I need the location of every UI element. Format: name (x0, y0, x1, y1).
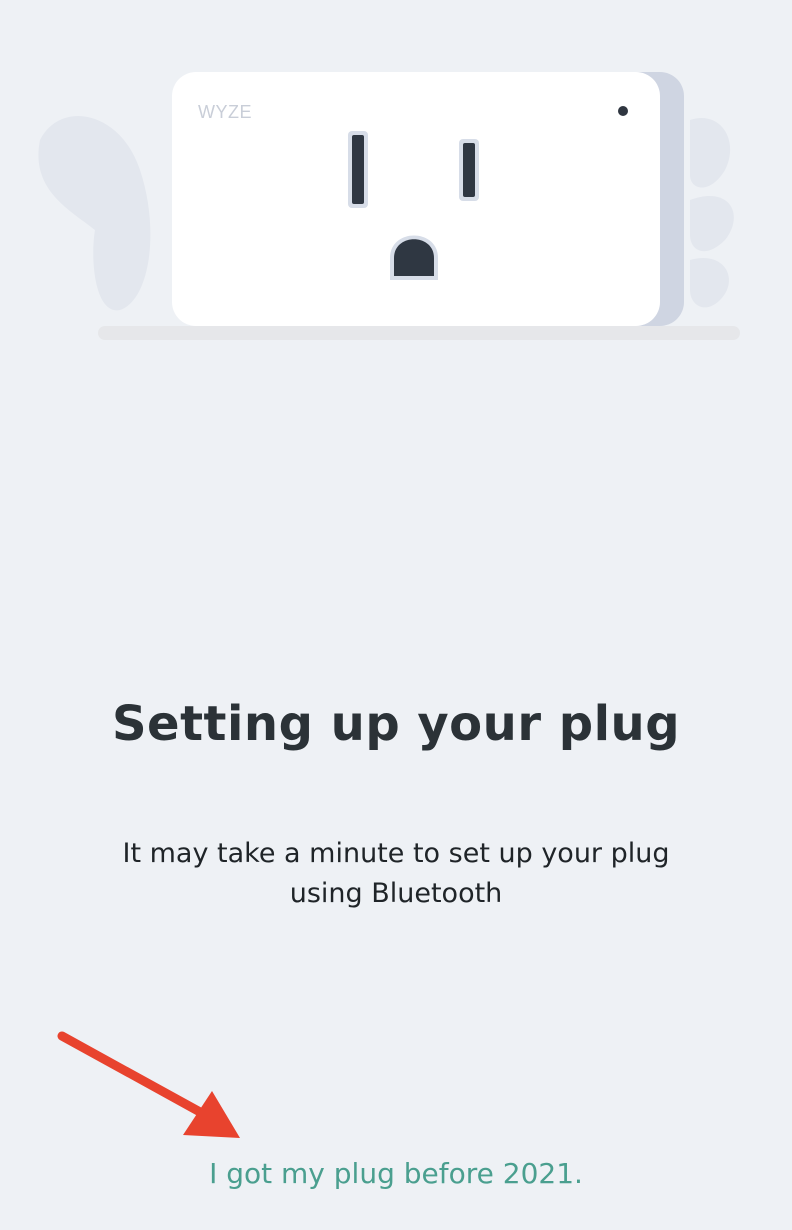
indicator-light (618, 106, 628, 116)
decorative-leaf-right (690, 118, 734, 308)
shelf-line (98, 326, 740, 340)
wyze-logo: WYZE (198, 102, 252, 122)
outlet-ground-hole-inner (394, 239, 434, 276)
outlet-slot-left-inner (352, 135, 364, 204)
legacy-plug-link[interactable]: I got my plug before 2021. (0, 1152, 792, 1196)
decorative-leaf-left (38, 116, 151, 311)
outlet-slot-right-inner (463, 143, 475, 197)
page-title: Setting up your plug (111, 696, 681, 752)
annotation-arrow-icon (57, 1031, 240, 1138)
setup-description: It may take a minute to set up your plug… (122, 838, 670, 909)
smart-plug-illustration: WYZE (38, 72, 740, 340)
